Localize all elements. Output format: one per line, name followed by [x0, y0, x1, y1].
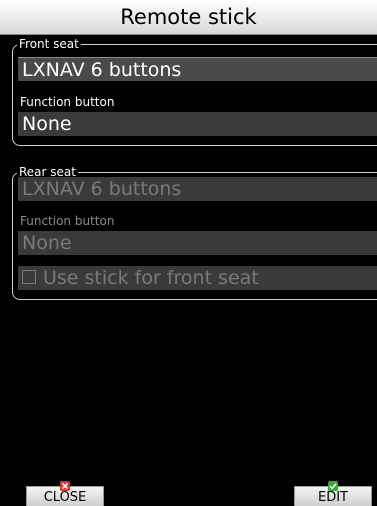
front-seat-function-select[interactable]: None [18, 112, 377, 136]
front-seat-stick-select[interactable]: LXNAV 6 buttons [18, 57, 377, 81]
page-title: Remote stick [0, 0, 377, 35]
rear-seat-stick-select[interactable]: LXNAV 6 buttons [18, 177, 377, 201]
rear-seat-function-label: Function button [20, 214, 115, 228]
close-button-label: CLOSE [43, 490, 87, 505]
edit-button[interactable]: EDIT [294, 481, 372, 506]
close-button[interactable]: CLOSE [26, 481, 104, 506]
front-seat-legend: Front seat [17, 36, 81, 52]
edit-indicator-icon [328, 481, 338, 491]
remote-stick-screen: Remote stick Front seat LXNAV 6 buttons … [0, 0, 377, 506]
use-stick-for-front-seat-label: Use stick for front seat [43, 267, 259, 289]
edit-button-label: EDIT [318, 490, 348, 505]
use-stick-for-front-seat-checkbox[interactable]: Use stick for front seat [18, 266, 377, 290]
rear-seat-function-select[interactable]: None [18, 231, 377, 255]
close-indicator-icon [60, 481, 70, 491]
checkbox-icon [22, 270, 36, 284]
front-seat-function-label: Function button [20, 95, 115, 109]
